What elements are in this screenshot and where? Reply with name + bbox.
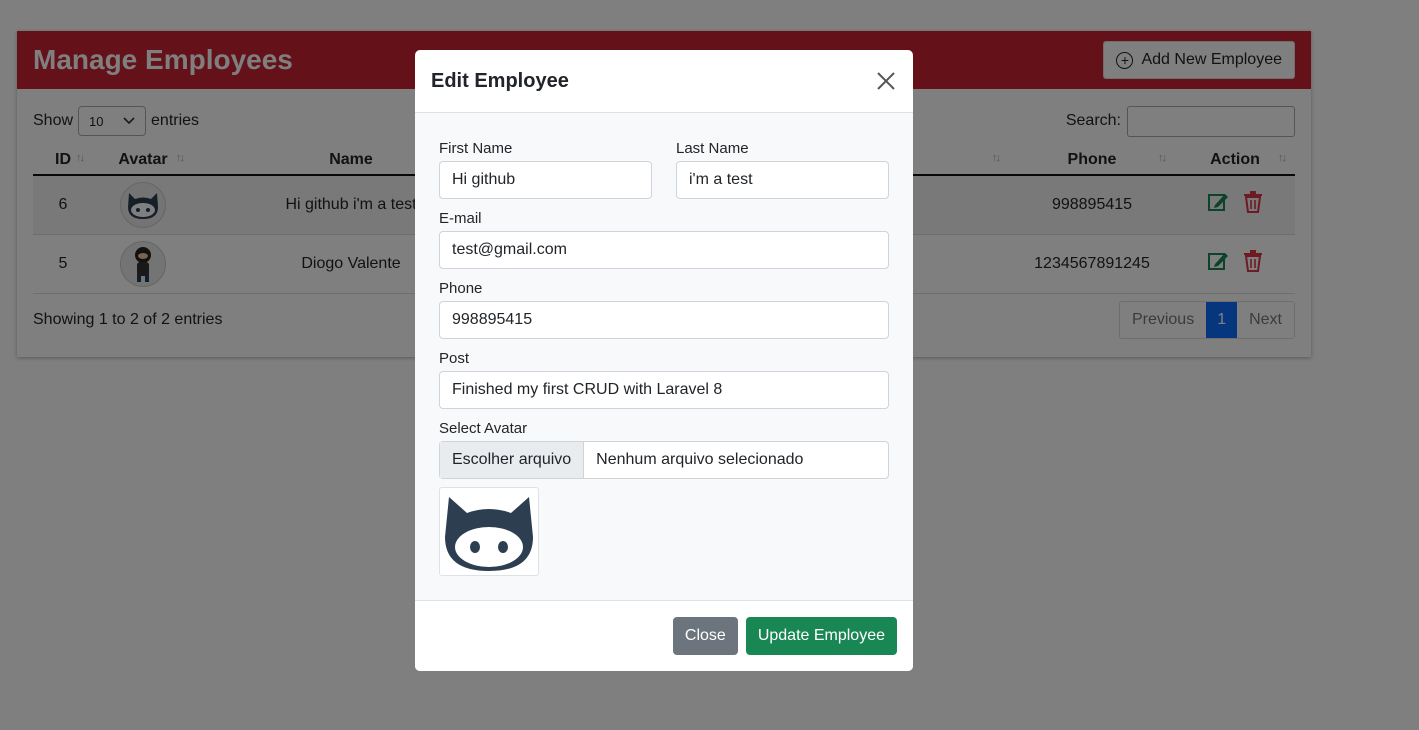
first-name-input[interactable]: Hi github <box>439 161 652 199</box>
last-name-input[interactable]: i'm a test <box>676 161 889 199</box>
email-label: E-mail <box>439 210 482 227</box>
post-input[interactable]: Finished my first CRUD with Laravel 8 <box>439 371 889 409</box>
avatar-preview <box>439 487 539 576</box>
avatar-file-input[interactable]: Escolher arquivo Nenhum arquivo selecion… <box>439 441 889 479</box>
update-employee-button[interactable]: Update Employee <box>745 617 897 655</box>
email-input[interactable]: test@gmail.com <box>439 231 889 269</box>
edit-employee-modal: Edit Employee First Name Hi github Last … <box>415 50 913 671</box>
avatar-label: Select Avatar <box>439 420 528 437</box>
file-status: Nenhum arquivo selecionado <box>596 451 804 468</box>
close-button[interactable]: Close <box>672 617 738 655</box>
modal-title: Edit Employee <box>431 69 569 92</box>
modal-footer: Close Update Employee <box>415 600 913 671</box>
choose-file-button[interactable]: Escolher arquivo <box>440 442 585 478</box>
modal-body: First Name Hi github Last Name i'm a tes… <box>415 113 913 600</box>
close-icon[interactable] <box>875 70 897 92</box>
last-name-label: Last Name <box>676 140 749 157</box>
github-cat-icon <box>445 496 533 571</box>
phone-label: Phone <box>439 280 483 297</box>
phone-input[interactable]: 998895415 <box>439 301 889 339</box>
first-name-label: First Name <box>439 140 513 157</box>
modal-header: Edit Employee <box>415 50 913 113</box>
post-label: Post <box>439 350 470 367</box>
